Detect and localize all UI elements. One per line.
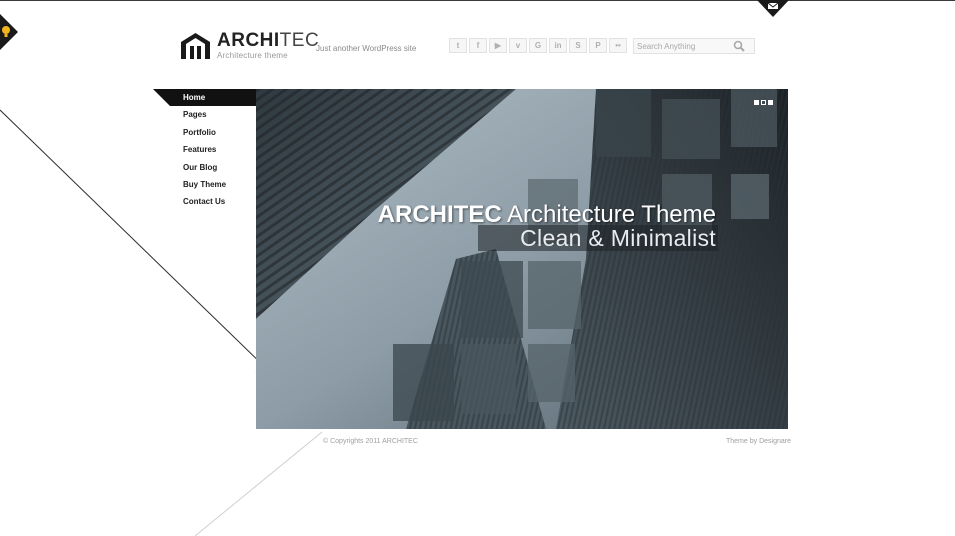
slider-pagination bbox=[754, 100, 775, 105]
logo-title: ARCHITEC bbox=[217, 30, 320, 51]
nav-item-features[interactable]: Features bbox=[153, 141, 256, 158]
nav-item-our-blog[interactable]: Our Blog bbox=[153, 159, 256, 176]
footer-copyright: © Copyrights 2011 ARCHITEC bbox=[323, 438, 418, 445]
slide-dot-1[interactable] bbox=[754, 100, 759, 105]
main-navigation: Home Pages Portfolio Features Our Blog B… bbox=[153, 89, 256, 211]
nav-item-portfolio[interactable]: Portfolio bbox=[153, 124, 256, 141]
social-icons: t f ▶ v Gin S P •• bbox=[449, 38, 629, 53]
twitter-icon[interactable]: t bbox=[449, 38, 467, 53]
nav-item-pages[interactable]: Pages bbox=[153, 106, 256, 123]
flickr-icon[interactable]: •• bbox=[609, 38, 627, 53]
vimeo-icon[interactable]: v bbox=[509, 38, 527, 53]
slide-dot-2[interactable] bbox=[761, 100, 766, 105]
search-box bbox=[633, 38, 755, 54]
lightbulb-icon[interactable] bbox=[0, 14, 20, 50]
search-icon[interactable] bbox=[733, 40, 745, 52]
linkedin-icon[interactable]: in bbox=[549, 38, 567, 53]
facebook-icon[interactable]: f bbox=[469, 38, 487, 53]
skype-icon[interactable]: S bbox=[569, 38, 587, 53]
logo-house-icon bbox=[181, 32, 210, 59]
mail-icon[interactable] bbox=[757, 0, 789, 17]
hero-subtitle: Clean & Minimalist bbox=[520, 225, 716, 251]
site-tagline: Just another WordPress site bbox=[316, 44, 417, 53]
logo-subtitle: Architecture theme bbox=[217, 51, 288, 60]
footer-credit-link[interactable]: Theme by Designare bbox=[726, 438, 791, 445]
search-input[interactable] bbox=[637, 40, 731, 52]
slide-dot-3[interactable] bbox=[768, 100, 773, 105]
pinterest-icon[interactable]: P bbox=[589, 38, 607, 53]
top-border bbox=[0, 0, 955, 1]
youtube-icon[interactable]: ▶ bbox=[489, 38, 507, 53]
google-icon[interactable]: G bbox=[529, 38, 547, 53]
hero-slider[interactable]: ARCHITEC Architecture Theme Clean & Mini… bbox=[256, 89, 788, 429]
hero-image bbox=[256, 89, 788, 429]
site-logo[interactable]: ARCHITEC Architecture theme bbox=[181, 31, 319, 60]
nav-item-contact-us[interactable]: Contact Us bbox=[153, 193, 256, 210]
nav-item-home[interactable]: Home bbox=[153, 89, 256, 106]
nav-item-buy-theme[interactable]: Buy Theme bbox=[153, 176, 256, 193]
